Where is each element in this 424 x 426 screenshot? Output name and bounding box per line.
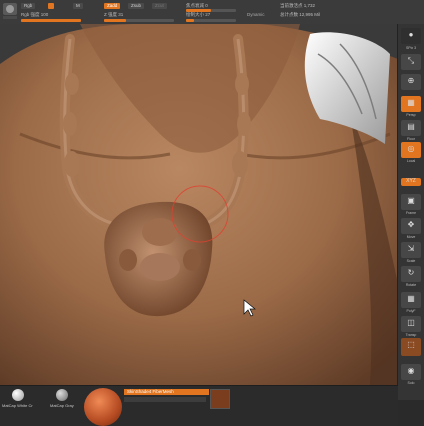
right-shelf: ● SPix 3 ⤡ ⊕ ▦ Persp ▤ Floor ◎ Local XYZ… bbox=[397, 24, 424, 400]
rgb-toggle[interactable]: Rgb bbox=[21, 3, 36, 9]
persp-button[interactable]: ▦ bbox=[401, 96, 421, 112]
texture-swatch[interactable] bbox=[210, 389, 230, 409]
transp-label: Transp bbox=[405, 333, 417, 337]
persp-label: Persp bbox=[406, 113, 416, 117]
z-intensity-slider[interactable] bbox=[104, 19, 174, 22]
solo-label: Solo bbox=[407, 381, 415, 385]
transp-icon: ◫ bbox=[407, 318, 415, 327]
scale-label: Scale bbox=[406, 259, 416, 263]
scale-button[interactable]: ⇲ bbox=[401, 242, 421, 258]
polyf-label: PolyF bbox=[406, 309, 416, 313]
matcap-gray-label: MatCap Gray bbox=[50, 403, 74, 408]
floor-button[interactable]: ▤ bbox=[401, 120, 421, 136]
xyz-icon: XYZ bbox=[406, 178, 416, 184]
rgb-intensity-label: Rgb 强度 100 bbox=[21, 12, 49, 17]
matcap-gray-ball[interactable] bbox=[56, 389, 68, 401]
solo-button[interactable]: ◉ bbox=[401, 364, 421, 380]
total-points-readout: 总计点数 12,995 Mil bbox=[280, 12, 321, 17]
solo-icon: ◉ bbox=[407, 366, 415, 375]
rotate-label: Rotate bbox=[405, 283, 417, 287]
draw-size-label: 绘制大小 27 bbox=[186, 12, 211, 17]
active-points-readout: 当前激活点 1,732 bbox=[280, 3, 316, 8]
rotate-icon: ↻ bbox=[407, 268, 415, 277]
frame-button[interactable]: ▣ bbox=[401, 194, 421, 210]
move-label: Move bbox=[406, 235, 416, 239]
bottom-tray: MatCap White Cr MatCap Gray SkinShade4 F… bbox=[0, 385, 398, 426]
material-ball[interactable] bbox=[84, 388, 122, 426]
zoom-icon: ⊕ bbox=[407, 76, 415, 85]
local-label: Local bbox=[406, 159, 416, 163]
material-field[interactable]: SkinShade4 FiberMesh bbox=[124, 389, 209, 395]
frame-icon: ▣ bbox=[407, 196, 415, 205]
xyz-button[interactable]: XYZ bbox=[401, 178, 421, 186]
polyf-button[interactable]: ▦ bbox=[401, 292, 421, 308]
z-intensity-label: Z 强度 31 bbox=[104, 12, 124, 17]
zadd-toggle[interactable]: Zadd bbox=[104, 3, 121, 9]
polyf-icon: ▦ bbox=[407, 294, 415, 303]
move-icon: ✥ bbox=[407, 220, 415, 229]
scroll-icon: ⤡ bbox=[407, 56, 415, 65]
m-toggle[interactable]: M bbox=[73, 3, 83, 9]
draw-size-slider[interactable] bbox=[186, 19, 236, 22]
dynamic-toggle[interactable]: Dynamic bbox=[244, 12, 268, 18]
zsub-toggle[interactable]: Zsub bbox=[128, 3, 145, 9]
scroll-button[interactable]: ⤡ bbox=[401, 54, 421, 70]
frame-label: Frame bbox=[405, 211, 417, 215]
move-button[interactable]: ✥ bbox=[401, 218, 421, 234]
sculpt-model bbox=[0, 24, 398, 385]
rgb-intensity-slider[interactable] bbox=[21, 19, 81, 22]
top-toolbar: Rgb ​ M Zadd Zsub Zcut Rgb 强度 100 Z 强度 3… bbox=[0, 0, 424, 25]
floor-icon: ▤ bbox=[407, 122, 415, 131]
matcap-white-ball[interactable] bbox=[12, 389, 24, 401]
sculpt-viewport[interactable] bbox=[0, 24, 398, 385]
ghost-button[interactable]: ⬚ bbox=[401, 338, 421, 356]
zcut-toggle[interactable]: Zcut bbox=[152, 3, 167, 9]
sphere-icon: ● bbox=[408, 30, 414, 39]
scale-icon: ⇲ bbox=[407, 244, 415, 253]
ghost-icon: ⬚ bbox=[407, 340, 415, 349]
spix-label: SPix 3 bbox=[405, 46, 417, 50]
mrgb-toggle[interactable]: ​ bbox=[48, 3, 54, 9]
grid-icon: ▦ bbox=[407, 98, 415, 107]
local-button[interactable]: ◎ bbox=[401, 142, 421, 158]
matcap-white-label: MatCap White Cr bbox=[2, 403, 33, 408]
zoom-button[interactable]: ⊕ bbox=[401, 74, 421, 90]
transp-button[interactable]: ◫ bbox=[401, 316, 421, 332]
material-field-secondary[interactable] bbox=[124, 397, 206, 402]
floor-label: Floor bbox=[407, 137, 415, 141]
local-icon: ◎ bbox=[407, 144, 415, 153]
brush-icon[interactable] bbox=[2, 2, 18, 20]
bpr-button[interactable]: ● bbox=[401, 28, 421, 44]
rotate-button[interactable]: ↻ bbox=[401, 266, 421, 282]
